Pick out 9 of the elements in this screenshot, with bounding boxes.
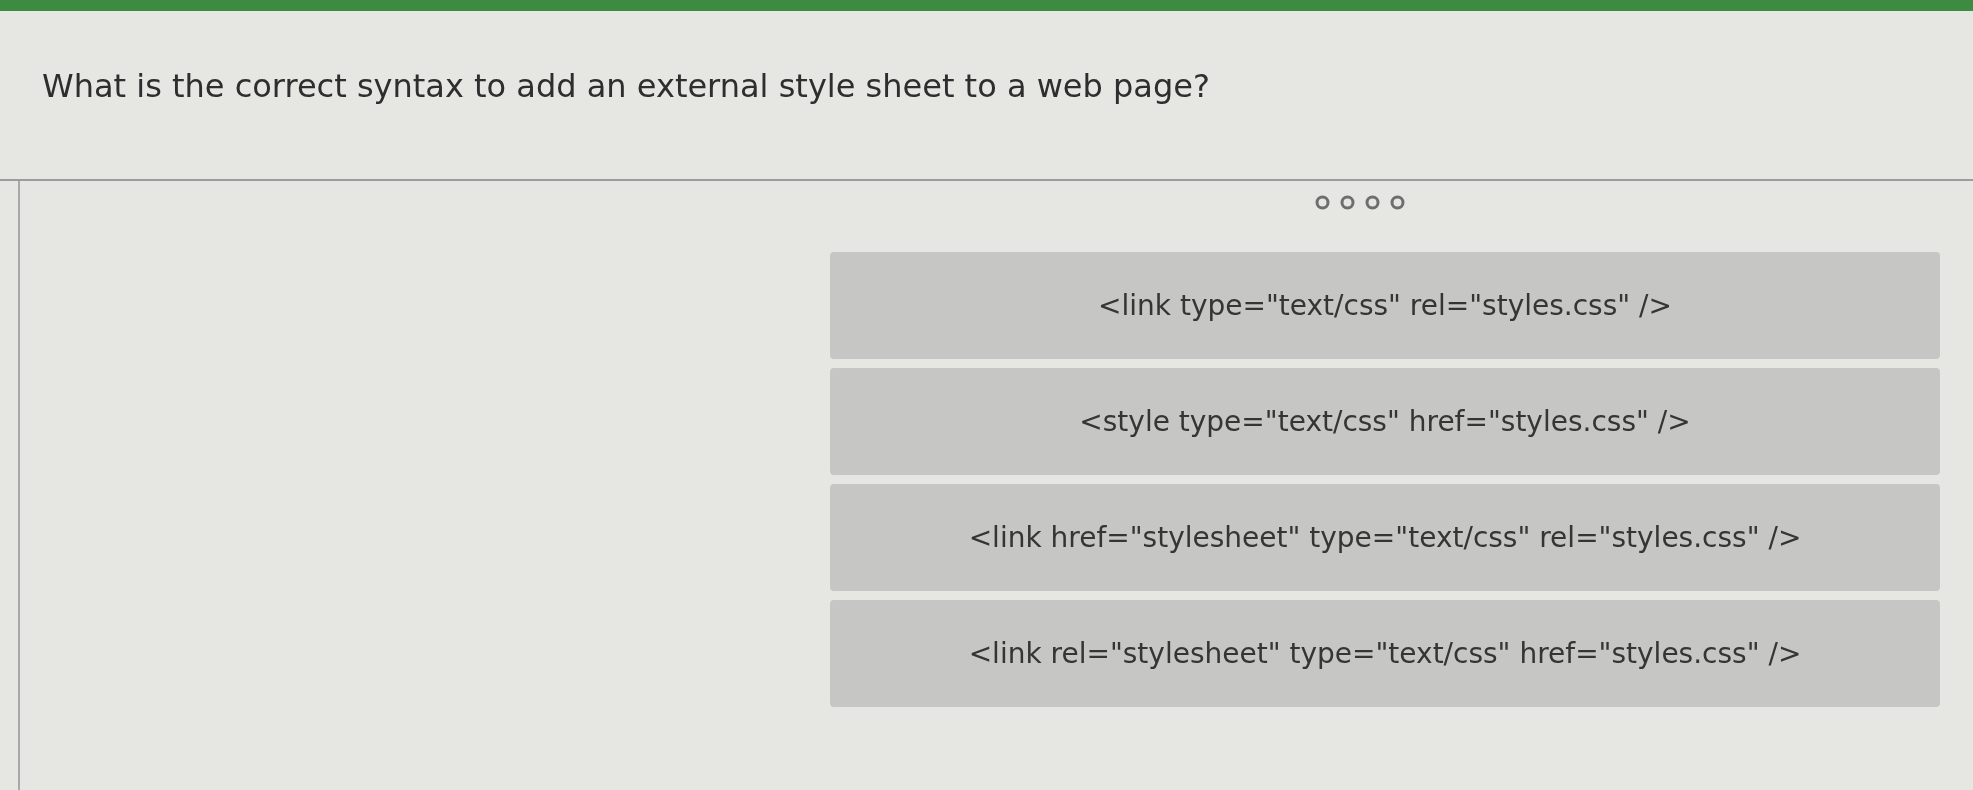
answer-option[interactable]: <link href="stylesheet" type="text/css" rel="styles.css" /> (830, 484, 1940, 591)
pager-dot-icon[interactable] (1340, 195, 1355, 210)
pager-dot-icon[interactable] (1390, 195, 1405, 210)
answer-option[interactable]: <link type="text/css" rel="styles.css" /> (830, 252, 1940, 359)
pager-dot-icon[interactable] (1315, 195, 1330, 210)
answer-option[interactable]: <style type="text/css" href="styles.css" /> (830, 368, 1940, 475)
pager-dot-icon[interactable] (1365, 195, 1380, 210)
answer-option[interactable]: <link rel="stylesheet" type="text/css" href="styles.css" /> (830, 600, 1940, 707)
question-text: What is the correct syntax to add an external style sheet to a web page? (42, 67, 1210, 105)
